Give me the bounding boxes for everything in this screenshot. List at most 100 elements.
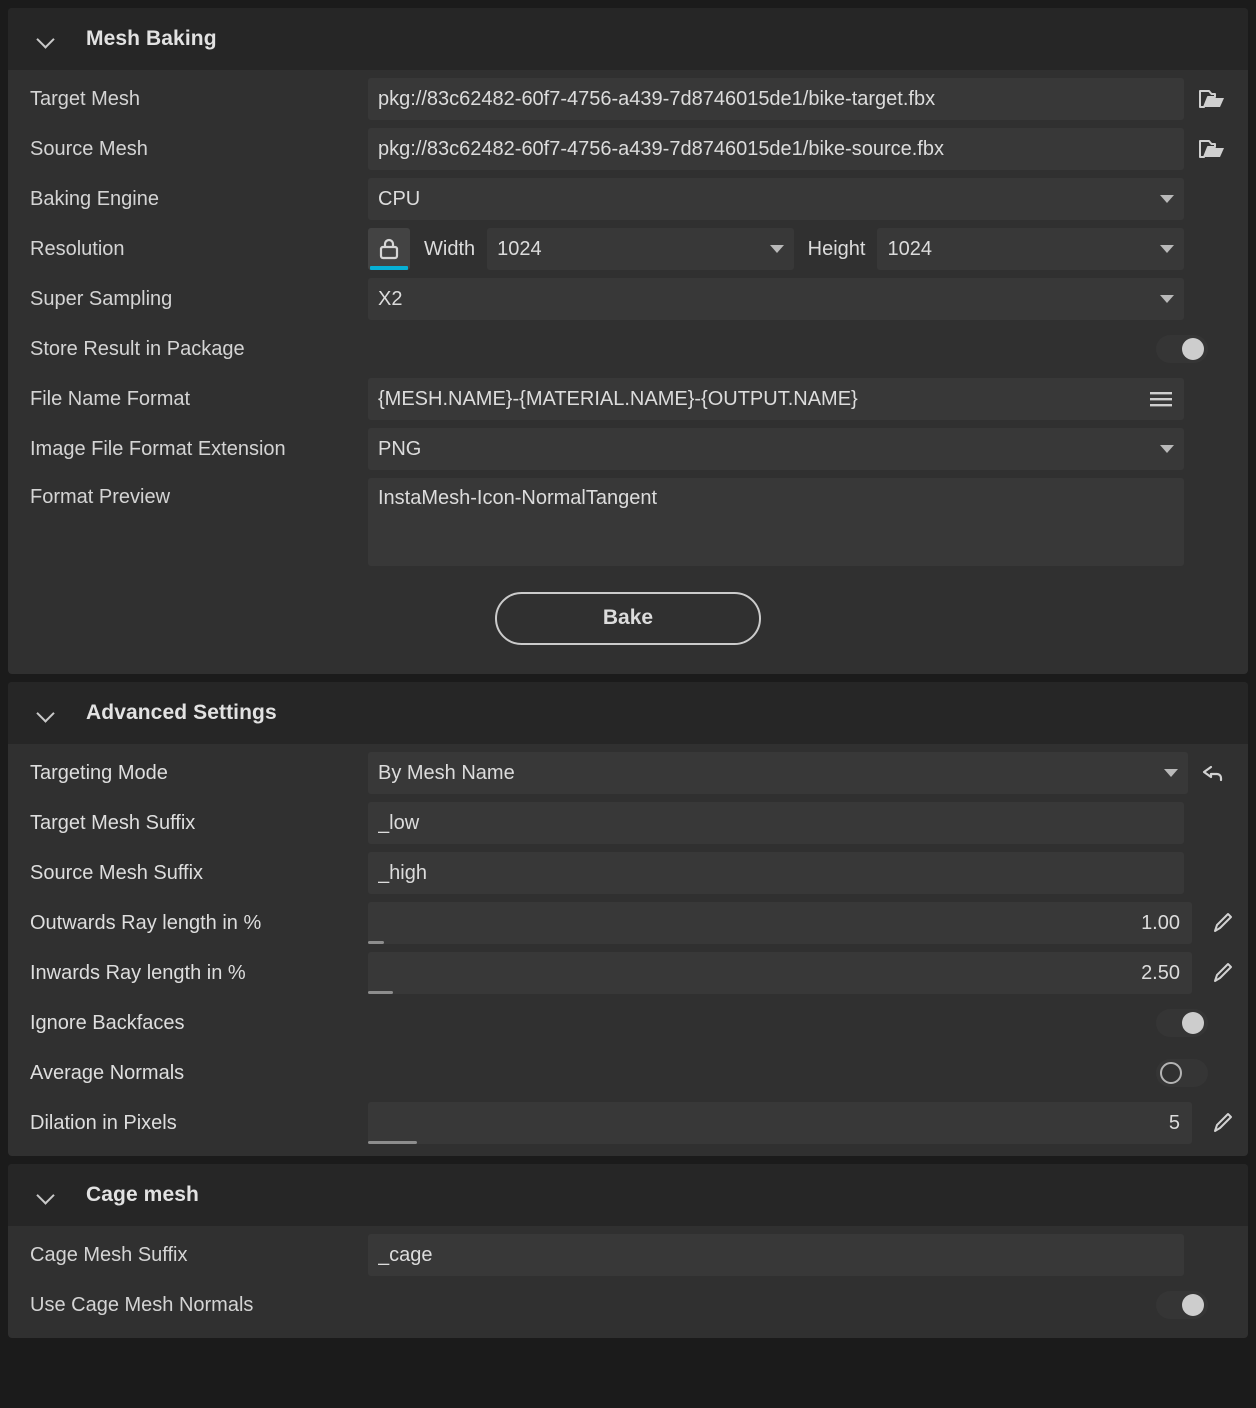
source-mesh-value: pkg://83c62482-60f7-4756-a439-7d8746015d…: [378, 137, 944, 160]
row-ignore-backfaces: Ignore Backfaces: [8, 998, 1248, 1048]
chevron-down-icon[interactable]: [36, 29, 56, 49]
row-use-cage-mesh-normals: Use Cage Mesh Normals: [8, 1280, 1248, 1330]
row-inwards-ray-length: Inwards Ray length in % 2.50: [8, 948, 1248, 998]
label-dilation-in-pixels: Dilation in Pixels: [30, 1111, 177, 1134]
row-file-name-format: File Name Format {MESH.NAME}-{MATERIAL.N…: [8, 374, 1248, 424]
row-source-mesh-suffix: Source Mesh Suffix _high: [8, 848, 1248, 898]
folder-open-icon[interactable]: [1184, 78, 1240, 120]
control-format-preview: InstaMesh-Icon-NormalTangent: [368, 478, 1240, 566]
average-normals-toggle[interactable]: [1156, 1059, 1208, 1087]
section-cage-mesh: Cage mesh Cage Mesh Suffix _cage Use Cag…: [8, 1164, 1248, 1338]
section-advanced-settings: Advanced Settings Targeting Mode By Mesh…: [8, 682, 1248, 1156]
image-file-format-value: PNG: [378, 437, 422, 460]
chevron-down-icon: [1160, 245, 1174, 253]
dilation-in-pixels-value: 5: [1168, 1111, 1180, 1134]
resolution-height-value: 1024: [887, 237, 932, 260]
section-title: Mesh Baking: [86, 27, 217, 50]
super-sampling-dropdown[interactable]: X2: [368, 278, 1184, 320]
outwards-ray-length-slider[interactable]: 1.00: [368, 902, 1192, 944]
pencil-icon[interactable]: [1206, 1110, 1240, 1136]
use-cage-mesh-normals-toggle[interactable]: [1156, 1291, 1208, 1319]
toggle-wrap: [368, 1059, 1240, 1087]
row-source-mesh: Source Mesh pkg://83c62482-60f7-4756-a43…: [8, 124, 1248, 174]
pencil-icon[interactable]: [1206, 910, 1240, 936]
label-inwards-ray-length: Inwards Ray length in %: [30, 961, 246, 984]
toggle-knob: [1182, 1012, 1204, 1034]
section-body-cage-mesh: Cage Mesh Suffix _cage Use Cage Mesh Nor…: [8, 1226, 1248, 1338]
row-baking-engine: Baking Engine CPU: [8, 174, 1248, 224]
label-baking-engine: Baking Engine: [30, 187, 159, 210]
toggle-wrap: [368, 1291, 1240, 1319]
resolution-width-dropdown[interactable]: 1024: [487, 228, 794, 270]
control-baking-engine: CPU: [368, 178, 1240, 220]
section-title: Advanced Settings: [86, 701, 277, 724]
control-target-mesh-suffix: _low: [368, 802, 1240, 844]
control-image-file-format-extension: PNG: [368, 428, 1240, 470]
section-header-mesh-baking[interactable]: Mesh Baking: [8, 8, 1248, 70]
targeting-mode-dropdown[interactable]: By Mesh Name: [368, 752, 1188, 794]
section-header-cage-mesh[interactable]: Cage mesh: [8, 1164, 1248, 1226]
toggle-knob: [1160, 1062, 1182, 1084]
label-file-name-format: File Name Format: [30, 387, 191, 410]
cage-mesh-suffix-input[interactable]: _cage: [368, 1234, 1184, 1276]
undo-arrow-icon[interactable]: [1188, 752, 1240, 794]
dilation-in-pixels-slider[interactable]: 5: [368, 1102, 1192, 1144]
row-target-mesh-suffix: Target Mesh Suffix _low: [8, 798, 1248, 848]
bake-button-row: Bake: [8, 570, 1248, 666]
row-target-mesh: Target Mesh pkg://83c62482-60f7-4756-a43…: [8, 74, 1248, 124]
file-name-format-input[interactable]: {MESH.NAME}-{MATERIAL.NAME}-{OUTPUT.NAME…: [368, 378, 1184, 420]
target-mesh-input[interactable]: pkg://83c62482-60f7-4756-a439-7d8746015d…: [368, 78, 1184, 120]
bake-button[interactable]: Bake: [495, 591, 761, 645]
toggle-wrap: [368, 335, 1240, 363]
ignore-backfaces-toggle[interactable]: [1156, 1009, 1208, 1037]
toggle-knob: [1182, 1294, 1204, 1316]
label-use-cage-mesh-normals: Use Cage Mesh Normals: [30, 1293, 254, 1316]
chevron-down-icon[interactable]: [36, 703, 56, 723]
row-targeting-mode: Targeting Mode By Mesh Name: [8, 748, 1248, 798]
chevron-down-icon: [1160, 195, 1174, 203]
label-source-mesh-suffix: Source Mesh Suffix: [30, 861, 204, 884]
width-label: Width: [424, 237, 476, 260]
control-resolution: Width 1024 Height 1024: [368, 228, 1240, 270]
store-result-toggle[interactable]: [1156, 335, 1208, 363]
resolution-height-dropdown[interactable]: 1024: [877, 228, 1184, 270]
lock-closed-icon[interactable]: [368, 228, 410, 270]
row-average-normals: Average Normals: [8, 1048, 1248, 1098]
pencil-icon[interactable]: [1206, 960, 1240, 986]
target-mesh-suffix-input[interactable]: _low: [368, 802, 1184, 844]
source-mesh-input[interactable]: pkg://83c62482-60f7-4756-a439-7d8746015d…: [368, 128, 1184, 170]
control-inwards-ray-length: 2.50: [368, 952, 1240, 994]
section-body-mesh-baking: Target Mesh pkg://83c62482-60f7-4756-a43…: [8, 70, 1248, 674]
image-file-format-dropdown[interactable]: PNG: [368, 428, 1184, 470]
label-average-normals: Average Normals: [30, 1061, 185, 1084]
inwards-ray-length-value: 2.50: [1141, 961, 1180, 984]
chevron-down-icon: [1160, 445, 1174, 453]
source-mesh-suffix-input[interactable]: _high: [368, 852, 1184, 894]
chevron-down-icon[interactable]: [36, 1185, 56, 1205]
control-super-sampling: X2: [368, 278, 1240, 320]
control-ignore-backfaces: [368, 1002, 1240, 1044]
control-targeting-mode: By Mesh Name: [368, 752, 1240, 794]
row-super-sampling: Super Sampling X2: [8, 274, 1248, 324]
row-dilation-in-pixels: Dilation in Pixels 5: [8, 1098, 1248, 1148]
row-outwards-ray-length: Outwards Ray length in % 1.00: [8, 898, 1248, 948]
label-targeting-mode: Targeting Mode: [30, 761, 168, 784]
control-use-cage-mesh-normals: [368, 1284, 1240, 1326]
row-image-file-format-extension: Image File Format Extension PNG: [8, 424, 1248, 474]
inwards-ray-length-slider[interactable]: 2.50: [368, 952, 1192, 994]
resolution-width-value: 1024: [497, 237, 542, 260]
chevron-down-icon: [769, 245, 784, 253]
label-format-preview: Format Preview: [30, 486, 171, 508]
target-mesh-suffix-value: _low: [378, 811, 420, 834]
baking-engine-dropdown[interactable]: CPU: [368, 178, 1184, 220]
label-super-sampling: Super Sampling: [30, 287, 173, 310]
mesh-baking-panel: Mesh Baking Target Mesh pkg://83c62482-6…: [0, 0, 1256, 1408]
control-file-name-format: {MESH.NAME}-{MATERIAL.NAME}-{OUTPUT.NAME…: [368, 378, 1240, 420]
slider-fill: [368, 941, 385, 944]
folder-open-icon[interactable]: [1184, 128, 1240, 170]
hamburger-menu-icon[interactable]: [1148, 389, 1174, 409]
outwards-ray-length-value: 1.00: [1141, 911, 1180, 934]
section-header-advanced-settings[interactable]: Advanced Settings: [8, 682, 1248, 744]
label-image-file-format-extension: Image File Format Extension: [30, 437, 286, 460]
section-title: Cage mesh: [86, 1183, 199, 1206]
